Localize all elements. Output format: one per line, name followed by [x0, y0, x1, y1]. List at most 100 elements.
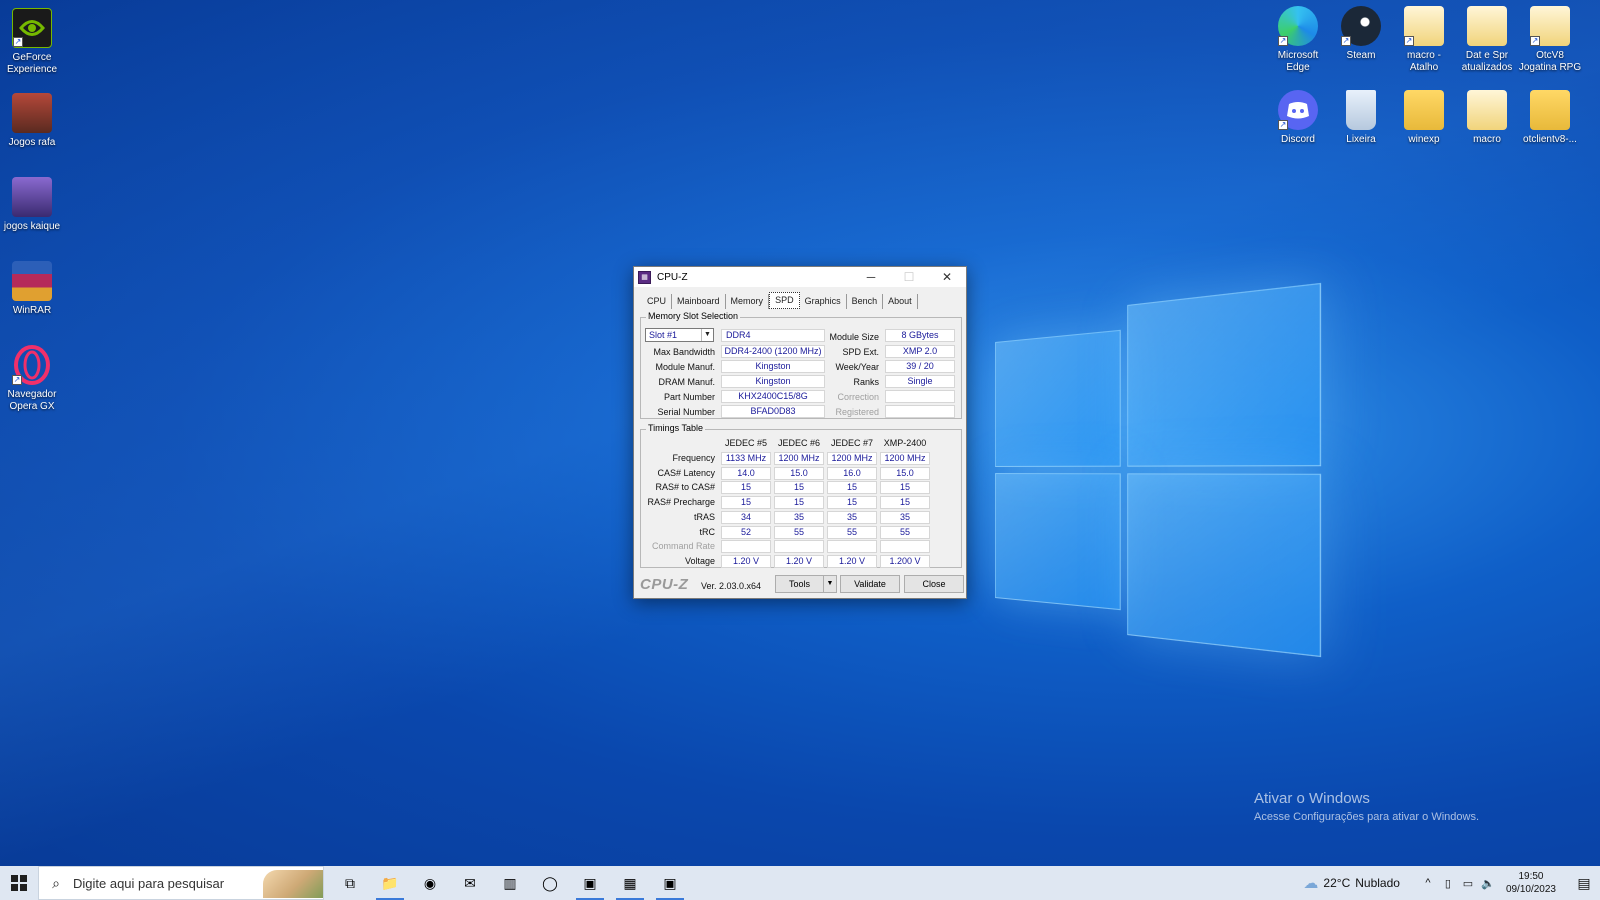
desktop-icon-discord[interactable]: ↗ Discord	[1266, 90, 1330, 146]
taskbar-app-geforce[interactable]: ▣	[570, 866, 610, 900]
slot-select[interactable]: Slot #1 ▼	[645, 328, 714, 342]
desktop-icon-macro-atalho[interactable]: ↗ macro - Atalho	[1392, 6, 1456, 74]
weather-widget[interactable]: ☁ 22°C Nublado	[1303, 874, 1400, 892]
tab-cpu[interactable]: CPU	[642, 294, 672, 309]
cloud-icon: ☁	[1303, 874, 1318, 892]
system-tray: ☁ 22°C Nublado ^ ▯ ▭ 🔈 19:50 09/10/2023 …	[1303, 866, 1600, 900]
timing-row-label: Command Rate	[643, 541, 715, 551]
memory-slot-group: Memory Slot Selection Slot #1 ▼ DDR4 Max…	[640, 317, 962, 419]
desktop-icon-jogos-kaique[interactable]: jogos kaique	[0, 177, 64, 233]
timing-cell: 15	[774, 481, 824, 494]
desktop-icon-steam[interactable]: ↗ Steam	[1329, 6, 1393, 62]
desktop-icon-lixeira[interactable]: Lixeira	[1329, 90, 1393, 146]
folder-icon	[1467, 6, 1507, 46]
tab-bench[interactable]: Bench	[847, 294, 884, 309]
window-title: CPU-Z	[657, 272, 852, 283]
timing-row-label: tRAS	[643, 512, 715, 522]
desktop-icon-dat-spr[interactable]: Dat e Spr atualizados	[1455, 6, 1519, 74]
desktop-icon-geforce[interactable]: ↗ GeForce Experience	[0, 8, 64, 76]
registered-value	[885, 405, 955, 418]
desktop-icon-otcv8[interactable]: ↗ OtcV8 Jogatina RPG	[1518, 6, 1582, 74]
tab-bar: CPU Mainboard Memory SPD Graphics Bench …	[634, 287, 966, 309]
timing-cell: 15.0	[880, 467, 930, 480]
minimize-button[interactable]: ─	[852, 267, 890, 287]
taskbar-apps: ⧉ 📁 ◉ ✉ ▥ ◯ ▣ ▦ ▣	[330, 866, 690, 900]
timings-table-group: Timings Table JEDEC #5 JEDEC #6 JEDEC #7 XM…	[640, 429, 962, 568]
taskbar-app-nvidia[interactable]: ▣	[650, 866, 690, 900]
game-archive-icon	[12, 93, 52, 133]
timing-cell: 34	[721, 511, 771, 524]
activation-watermark: Ativar o Windows Acesse Configurações pa…	[1254, 790, 1479, 823]
task-view-icon: ⧉	[345, 875, 355, 892]
taskbar-app-mail[interactable]: ✉	[450, 866, 490, 900]
timing-cell: 55	[774, 526, 824, 539]
desktop-icon-jogos-rafa[interactable]: Jogos rafa	[0, 93, 64, 149]
close-window-button[interactable]: ✕	[928, 267, 966, 287]
taskbar-clock[interactable]: 19:50 09/10/2023	[1506, 870, 1556, 896]
spd-ext-value: XMP 2.0	[885, 345, 955, 358]
folder-icon	[1404, 90, 1444, 130]
serial-number-value: BFAD0D83	[721, 405, 825, 418]
tools-button[interactable]: Tools ▼	[775, 575, 837, 593]
timing-cell	[721, 540, 771, 553]
desktop-icon-winrar[interactable]: WinRAR	[0, 261, 64, 317]
group-title: Memory Slot Selection	[646, 311, 740, 321]
desktop-icon-label: Microsoft Edge	[1266, 50, 1330, 74]
timing-cell: 15.0	[774, 467, 824, 480]
chevron-up-icon[interactable]: ^	[1418, 877, 1438, 889]
tab-about[interactable]: About	[883, 294, 918, 309]
timing-cell: 15	[827, 496, 877, 509]
watermark-title: Ativar o Windows	[1254, 790, 1479, 807]
tab-spd[interactable]: SPD	[769, 292, 800, 309]
taskbar: ⌕ Digite aqui para pesquisar ⧉ 📁 ◉ ✉ ▥ ◯ ▣ ▦ ▣ ☁…	[0, 866, 1600, 900]
cpuz-window: ▦ CPU-Z ─ ☐ ✕ CPU Mainboard Memory SPD G…	[633, 266, 967, 599]
taskbar-app-file-explorer[interactable]: 📁	[370, 866, 410, 900]
timing-column-header: JEDEC #6	[774, 438, 824, 448]
taskbar-app-opera-gx[interactable]: ◯	[530, 866, 570, 900]
device-icon[interactable]: ▯	[1438, 877, 1458, 890]
chevron-down-icon[interactable]: ▼	[823, 576, 836, 592]
notification-icon[interactable]: ▤	[1568, 875, 1600, 892]
windows-logo-wallpaper	[995, 284, 1313, 656]
tab-memory[interactable]: Memory	[726, 294, 770, 309]
windows-start-icon	[11, 875, 27, 891]
timing-row-label: Frequency	[643, 453, 715, 463]
search-icon: ⌕	[39, 875, 73, 892]
taskbar-search-box[interactable]: ⌕ Digite aqui para pesquisar	[38, 866, 324, 900]
recycle-bin-icon	[1346, 90, 1376, 130]
desktop-icon-label: OtcV8 Jogatina RPG	[1518, 50, 1582, 74]
taskbar-app-cpuz[interactable]: ▦	[610, 866, 650, 900]
tab-graphics[interactable]: Graphics	[800, 294, 847, 309]
desktop-icon-macro[interactable]: macro	[1455, 90, 1519, 146]
tab-mainboard[interactable]: Mainboard	[672, 294, 726, 309]
taskbar-app-task-view[interactable]: ⧉	[330, 866, 370, 900]
network-icon[interactable]: ▭	[1458, 877, 1478, 890]
timing-cell: 15	[827, 481, 877, 494]
watermark-subtitle: Acesse Configurações para ativar o Windo…	[1254, 811, 1479, 823]
ranks-label: Ranks	[825, 377, 879, 387]
taskbar-app-edge[interactable]: ◉	[410, 866, 450, 900]
desktop-icon-label: jogos kaique	[0, 221, 64, 233]
nvidia-icon: ▣	[663, 875, 676, 892]
volume-icon[interactable]: 🔈	[1478, 877, 1498, 890]
taskbar-app-app-bars[interactable]: ▥	[490, 866, 530, 900]
timing-row-label: CAS# Latency	[643, 468, 715, 478]
folder-icon: ↗	[1404, 6, 1444, 46]
validate-button[interactable]: Validate	[840, 575, 900, 593]
close-button[interactable]: Close	[904, 575, 964, 593]
timing-cell: 55	[827, 526, 877, 539]
cpuz-titlebar[interactable]: ▦ CPU-Z ─ ☐ ✕	[634, 267, 966, 287]
timing-cell: 35	[880, 511, 930, 524]
start-button[interactable]	[0, 866, 38, 900]
desktop-icon-label: Jogos rafa	[0, 137, 64, 149]
group-title: Timings Table	[646, 423, 705, 433]
desktop-icon-edge[interactable]: ↗ Microsoft Edge	[1266, 6, 1330, 74]
discord-icon: ↗	[1278, 90, 1318, 130]
timing-cell: 1200 MHz	[880, 452, 930, 465]
desktop-icon-winexp[interactable]: winexp	[1392, 90, 1456, 146]
desktop-icon-otclientv8[interactable]: otclientv8-...	[1518, 90, 1582, 146]
desktop-icon-opera-gx[interactable]: ↗ Navegador Opera GX	[0, 345, 64, 413]
timing-row-label: RAS# to CAS#	[643, 482, 715, 492]
timing-cell: 1200 MHz	[827, 452, 877, 465]
geforce-icon: ↗	[12, 8, 52, 48]
